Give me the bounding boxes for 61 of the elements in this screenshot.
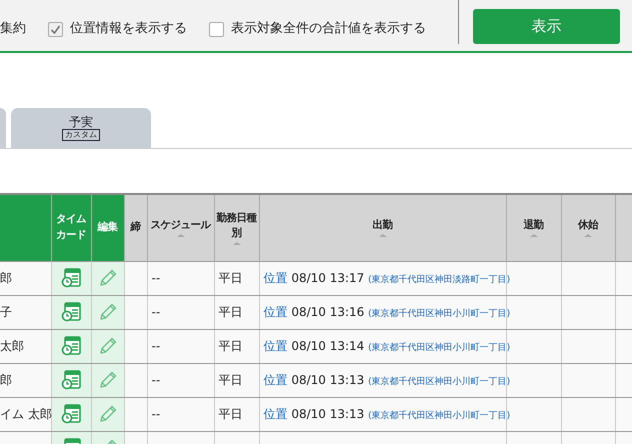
schedule-value: -- [152,271,160,285]
checkbox[interactable] [48,22,63,36]
employee-name: 太郎 [0,339,24,353]
location-link[interactable]: 位置 [264,304,288,319]
clock-in-time: 08/10 13:13 [291,372,364,387]
tab[interactable]: 予実 カスタム [11,108,151,148]
location-link[interactable]: 位置 [264,372,288,387]
location-link[interactable]: 位置 [264,338,288,353]
clock-in-address: (東京都千代田区神田小川町一丁目) [368,308,510,319]
day-type: 平日 [218,373,242,387]
location-link[interactable]: 位置 [264,270,288,285]
clock-in-time: 08/10 13:17 [291,270,364,285]
employee-name: 郎 [0,373,12,387]
clock-in-address: (東京都千代田区神田小川町一丁目) [368,342,510,353]
clock-in-address: (東京都千代田区神田小川町一丁目) [368,410,510,421]
column-header[interactable]: スケジュール [147,194,214,261]
employee-name: 子 [0,305,12,319]
day-type: 平日 [218,407,242,421]
tab[interactable] [0,108,6,148]
schedule-value: -- [152,339,160,353]
employee-name: イム 太郎 [0,407,52,421]
timecard-icon[interactable] [61,404,81,424]
timecard-icon[interactable] [61,370,81,390]
day-type: 平日 [218,339,242,353]
column-header[interactable]: 休始 [561,194,615,261]
sort-icon[interactable] [176,234,184,238]
clock-in-time: 08/10 13:14 [291,338,364,353]
column-header: 締 [124,194,147,261]
checkbox[interactable] [209,22,224,36]
option-label: 集約 [0,20,26,38]
schedule-value: -- [152,305,160,319]
pencil-icon[interactable] [98,404,118,424]
pencil-icon[interactable] [98,336,118,356]
column-header: タイムカード [51,194,91,261]
pencil-icon[interactable] [98,268,118,288]
column-header[interactable]: 勤務日種別 [214,194,259,261]
clock-in-time: 08/10 13:13 [291,406,364,421]
column-header[interactable]: 出勤 [259,194,506,261]
sort-icon[interactable] [378,234,386,238]
day-type: 平日 [218,271,242,285]
checkbox-label: 表示対象全件の合計値を表示する [231,20,426,38]
location-link[interactable]: 位置 [264,406,288,421]
column-header[interactable]: 退勤 [506,194,561,261]
clock-in-address: (東京都千代田区神田小川町一丁目) [368,376,510,387]
custom-tag: カスタム [62,129,100,141]
timecard-icon[interactable] [61,302,81,322]
sort-icon[interactable] [530,234,538,238]
day-type: 平日 [218,305,242,319]
clock-in-address: (東京都千代田区神田淡路町一丁目) [368,274,510,285]
pencil-icon[interactable] [98,302,118,322]
clock-in-time: 08/10 13:16 [291,304,364,319]
pencil-icon[interactable] [98,370,118,390]
schedule-value: -- [152,373,160,387]
schedule-value: -- [152,407,160,421]
sort-icon[interactable] [584,234,592,238]
checkbox-label: 位置情報を表示する [70,20,187,38]
timecard-icon[interactable] [61,268,81,288]
employee-name: 郎 [0,271,12,285]
column-header: 編集 [91,194,124,261]
timecard-icon[interactable] [61,336,81,356]
sort-icon[interactable] [232,242,240,245]
